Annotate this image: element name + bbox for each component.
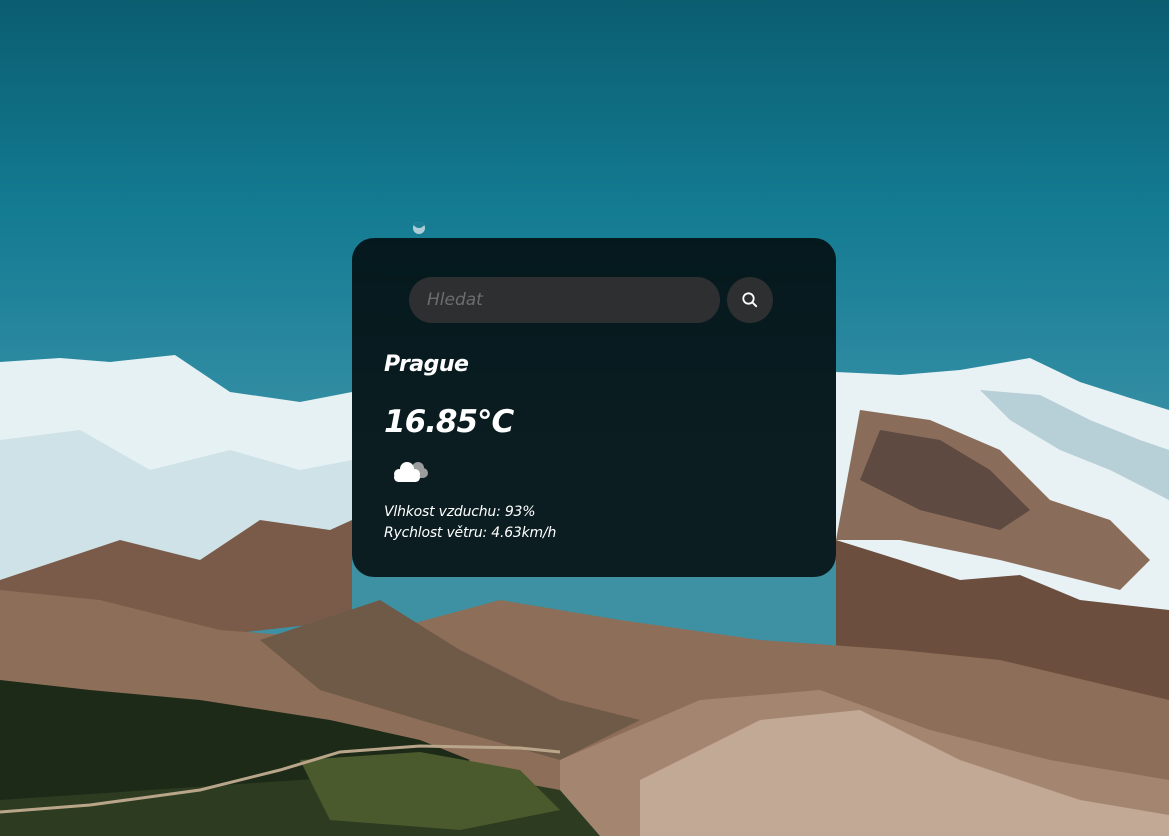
cloud-icon — [394, 462, 428, 482]
search-input[interactable] — [409, 277, 720, 323]
search-icon — [742, 292, 758, 308]
humidity-text: Vlhkost vzduchu: 93% — [384, 504, 536, 520]
temperature: 16.85°C — [384, 404, 514, 440]
search-button[interactable] — [727, 277, 773, 323]
city-name: Prague — [384, 352, 469, 377]
search-bar — [409, 277, 773, 323]
wind-speed-text: Rychlost větru: 4.63km/h — [384, 525, 557, 541]
weather-details: Vlhkost vzduchu: 93% Rychlost větru: 4.6… — [384, 502, 556, 544]
weather-card: Prague 16.85°C Vlhkost vzduchu: 93% Rych… — [352, 238, 836, 577]
